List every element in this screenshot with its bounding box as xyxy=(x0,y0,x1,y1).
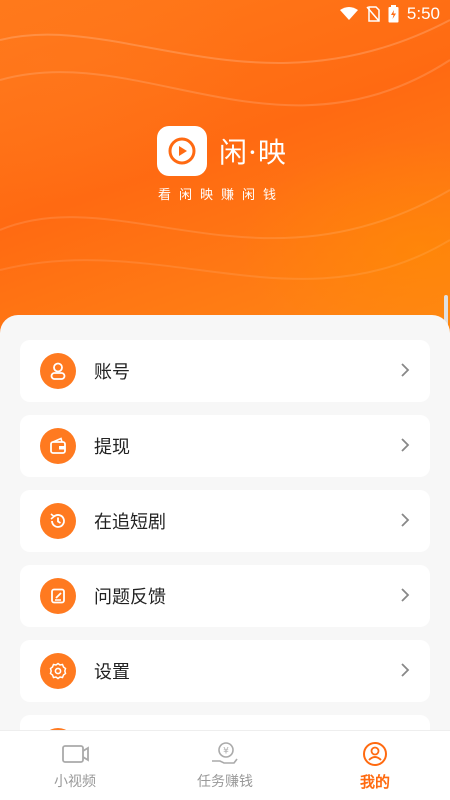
chevron-right-icon xyxy=(401,363,410,377)
history-icon xyxy=(40,503,76,539)
menu-sheet: 账号 提现 在追短剧 问题反馈 设置 xyxy=(0,315,450,800)
feedback-icon xyxy=(40,578,76,614)
menu-item-feedback[interactable]: 问题反馈 xyxy=(20,565,430,627)
app-name: 闲·映 xyxy=(219,136,287,169)
nav-item-short-video[interactable]: 小视频 xyxy=(0,731,150,800)
wallet-icon xyxy=(40,428,76,464)
header-banner: 5:50 闲·映 看闲映赚闲钱 xyxy=(0,0,450,345)
bottom-nav: 小视频 ¥ 任务赚钱 我的 xyxy=(0,730,450,800)
menu-item-label: 问题反馈 xyxy=(94,587,166,608)
chevron-right-icon xyxy=(401,438,410,452)
profile-icon xyxy=(363,742,387,766)
nav-item-mine[interactable]: 我的 xyxy=(300,731,450,800)
menu-item-label: 提现 xyxy=(94,437,130,458)
video-icon xyxy=(62,745,89,763)
app-slogan: 看闲映赚闲钱 xyxy=(158,188,285,203)
status-bar: 5:50 xyxy=(0,0,450,32)
app-logo-icon xyxy=(157,126,207,176)
gear-icon xyxy=(40,653,76,689)
menu-item-label: 账号 xyxy=(94,362,130,383)
svg-text:¥: ¥ xyxy=(223,747,229,757)
no-sim-icon xyxy=(366,6,380,22)
menu-item-following-dramas[interactable]: 在追短剧 xyxy=(20,490,430,552)
chevron-right-icon xyxy=(401,588,410,602)
menu-item-withdraw[interactable]: 提现 xyxy=(20,415,430,477)
nav-label: 任务赚钱 xyxy=(197,774,253,790)
user-icon xyxy=(40,353,76,389)
status-time: 5:50 xyxy=(406,4,440,23)
nav-label: 我的 xyxy=(359,773,390,791)
menu-item-account[interactable]: 账号 xyxy=(20,340,430,402)
chevron-right-icon xyxy=(401,513,410,527)
chevron-right-icon xyxy=(401,663,410,677)
menu-item-label: 设置 xyxy=(94,662,130,683)
menu-item-settings[interactable]: 设置 xyxy=(20,640,430,702)
wifi-icon xyxy=(339,7,358,20)
menu-item-label: 在追短剧 xyxy=(94,512,166,533)
battery-charging-icon xyxy=(388,5,399,23)
nav-label: 小视频 xyxy=(54,774,96,790)
nav-item-tasks[interactable]: ¥ 任务赚钱 xyxy=(150,731,300,800)
money-hand-icon: ¥ xyxy=(212,742,238,764)
